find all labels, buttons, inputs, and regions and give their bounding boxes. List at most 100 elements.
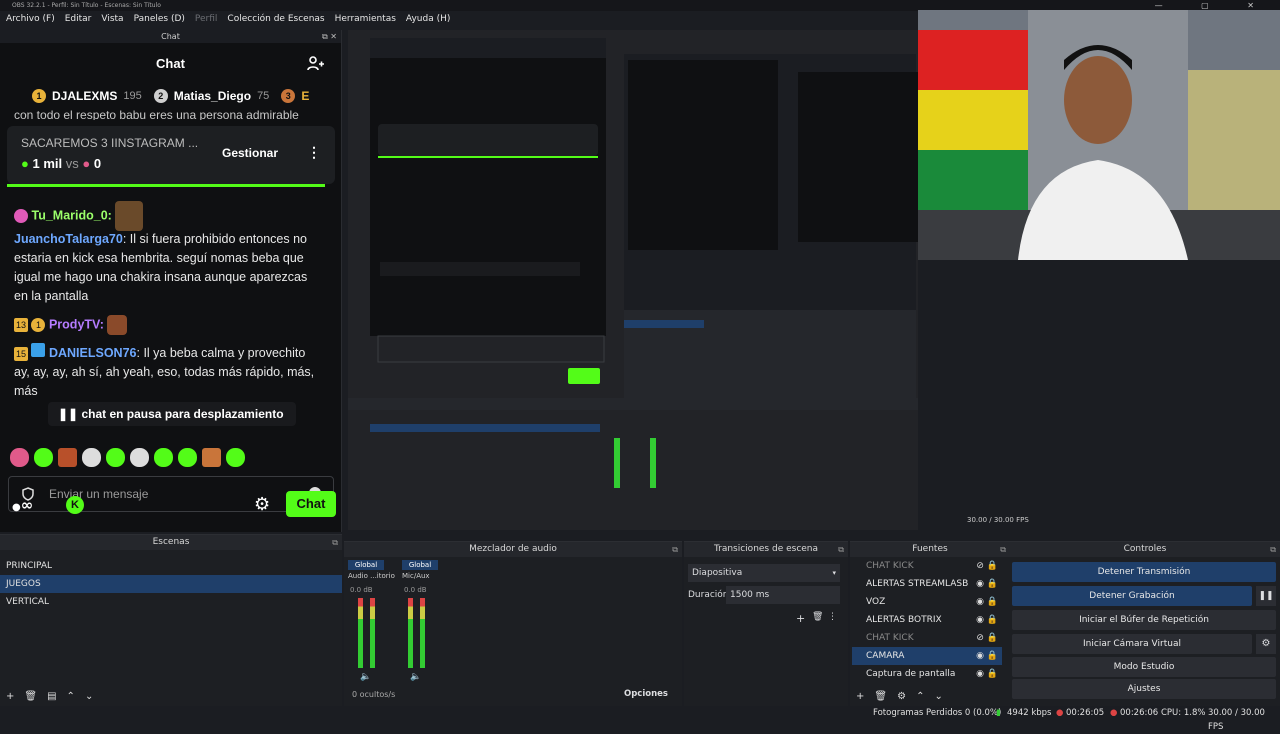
duration-input[interactable]: 1500 ms xyxy=(726,586,840,604)
emote-icon[interactable] xyxy=(58,448,77,467)
source-item[interactable]: CAMARA ◉ 🔒 xyxy=(852,647,1002,665)
audio-meter xyxy=(420,598,425,668)
dock-popout-icon[interactable]: ⧉ xyxy=(838,542,844,557)
chat-line-partial: con todo el respeto babu eres una person… xyxy=(14,108,299,120)
chat-paused-banner[interactable]: ❚❚ chat en pausa para desplazamiento xyxy=(48,402,296,426)
emote-icon[interactable] xyxy=(10,448,29,467)
chat-username[interactable]: ProdyTV xyxy=(49,317,100,331)
kick-logo-icon[interactable]: K xyxy=(66,496,84,514)
chat-dock: Chat ⧉ ✕ Chat 1 DJALEXMS 195 2 Matias_Diego 7… xyxy=(0,30,342,532)
more-icon[interactable]: ⋮ xyxy=(828,612,837,622)
dock-popout-icon[interactable]: ⧉ xyxy=(1000,542,1006,557)
virtual-camera-button[interactable]: Iniciar Cámara Virtual xyxy=(1012,634,1252,654)
stop-streaming-button[interactable]: Detener Transmisión xyxy=(1012,562,1276,582)
source-item[interactable]: VOZ ◉ 🔒 xyxy=(852,593,1002,611)
pause-recording-icon[interactable]: ❚❚ xyxy=(1256,586,1276,606)
eye-icon[interactable]: ◉ 🔒 xyxy=(976,575,998,593)
chat-username[interactable]: DANIELSON76 xyxy=(49,346,137,360)
signal-icon: ▮ xyxy=(996,708,1001,718)
scene-item[interactable]: PRINCIPAL xyxy=(0,557,342,575)
emote-icon[interactable] xyxy=(82,448,101,467)
mixer-channel-name[interactable]: Audio ...itorio xyxy=(348,572,395,580)
manage-button[interactable]: Gestionar xyxy=(222,146,278,160)
source-name: ALERTAS STREAMLASB xyxy=(866,579,969,589)
scenes-title: Escenas xyxy=(152,537,190,547)
pinned-poll[interactable]: SACAREMOS 3 IINSTAGRAM ... ● 1 mil vs ● … xyxy=(7,126,335,184)
mixer-channel-name[interactable]: Mic/Aux xyxy=(402,572,430,580)
trash-icon[interactable]: 🗑 xyxy=(874,688,887,706)
virtual-camera-settings-icon[interactable]: ⚙ xyxy=(1256,634,1276,654)
add-icon[interactable]: + xyxy=(856,688,864,706)
options-button[interactable]: Opciones xyxy=(624,689,668,699)
menu-archivo[interactable]: Archivo (F) xyxy=(6,11,55,27)
source-name: VOZ xyxy=(866,597,886,607)
scene-item[interactable]: JUEGOS xyxy=(0,575,342,593)
hidden-eye-icon[interactable]: ⊘ 🔒 xyxy=(976,557,998,575)
source-item[interactable]: ALERTAS STREAMLASB ◉ 🔒 xyxy=(852,575,1002,593)
stop-recording-button[interactable]: Detener Grabación xyxy=(1012,586,1252,606)
speaker-icon[interactable]: 🔈 xyxy=(410,672,421,682)
emote-bar xyxy=(10,448,245,467)
studio-mode-button[interactable]: Modo Estudio xyxy=(1012,657,1276,677)
eye-icon[interactable]: ◉ 🔒 xyxy=(976,611,998,629)
kick-points-icon[interactable]: ●∞ xyxy=(12,496,33,514)
hidden-eye-icon[interactable]: ⊘ 🔒 xyxy=(976,629,998,647)
down-icon[interactable]: ⌄ xyxy=(934,688,942,706)
emote-icon[interactable] xyxy=(202,448,221,467)
stream-time: 00:26:05 xyxy=(1066,708,1105,718)
poll-vs: vs xyxy=(65,156,79,171)
program-preview[interactable]: 30.00 / 30.00 FPS xyxy=(348,30,1242,530)
up-icon[interactable]: ⌃ xyxy=(916,688,924,706)
eye-icon[interactable]: ◉ 🔒 xyxy=(976,665,998,683)
transition-select[interactable]: Diapositiva ▾ xyxy=(688,564,840,582)
scene-item[interactable]: VERTICAL xyxy=(0,593,342,611)
verified-badge-icon xyxy=(31,343,46,357)
emote-icon[interactable] xyxy=(178,448,197,467)
transitions-dock: Transiciones de escena ⧉ Diapositiva ▾ Dur… xyxy=(684,541,848,706)
dock-close-icon[interactable]: ⧉ ✕ xyxy=(322,30,337,43)
chat-username[interactable]: Tu_Marido_0 xyxy=(31,208,107,222)
menu-perfil[interactable]: Perfil xyxy=(195,11,218,27)
kebab-menu-icon[interactable]: ⋮ xyxy=(307,144,321,161)
dock-popout-icon[interactable]: ⧉ xyxy=(1270,542,1276,557)
chevron-down-icon: ▾ xyxy=(832,569,836,577)
message-placeholder: Enviar un mensaje xyxy=(49,487,149,501)
emote-icon[interactable] xyxy=(154,448,173,467)
dock-popout-icon[interactable]: ⧉ xyxy=(672,542,678,557)
trash-icon[interactable]: 🗑 xyxy=(24,688,37,706)
source-item[interactable]: ALERTAS BOTRIX ◉ 🔒 xyxy=(852,611,1002,629)
menu-paneles[interactable]: Paneles (D) xyxy=(134,11,185,27)
audio-meter xyxy=(358,598,363,668)
up-icon[interactable]: ⌃ xyxy=(67,688,75,706)
settings-icon[interactable]: ⚙ xyxy=(897,688,906,706)
emote-icon[interactable] xyxy=(106,448,125,467)
add-transition-icon[interactable]: + xyxy=(796,612,805,625)
filter-icon[interactable]: ▤ xyxy=(47,688,56,706)
down-icon[interactable]: ⌄ xyxy=(85,688,93,706)
menu-editar[interactable]: Editar xyxy=(65,11,92,27)
rank-2-badge: 2 xyxy=(153,89,168,103)
chat-username[interactable]: JuanchoTalarga70 xyxy=(14,232,123,246)
eye-icon[interactable]: ◉ 🔒 xyxy=(976,647,998,665)
eye-icon[interactable]: ◉ 🔒 xyxy=(976,593,998,611)
emote-icon[interactable] xyxy=(226,448,245,467)
chat-send-button[interactable]: Chat xyxy=(286,491,336,517)
source-item[interactable]: CHAT KICK ⊘ 🔒 xyxy=(852,629,1002,647)
transitions-title: Transiciones de escena xyxy=(713,544,819,554)
source-item[interactable]: CHAT KICK ⊘ 🔒 xyxy=(852,557,1002,575)
add-icon[interactable]: + xyxy=(6,688,14,706)
menu-coleccion[interactable]: Colección de Escenas xyxy=(227,11,324,27)
users-icon[interactable] xyxy=(307,55,325,73)
menu-vista[interactable]: Vista xyxy=(101,11,123,27)
source-item[interactable]: Captura de pantalla ◉ 🔒 xyxy=(852,665,1002,683)
emote-icon[interactable] xyxy=(34,448,53,467)
menu-ayuda[interactable]: Ayuda (H) xyxy=(406,11,450,27)
replay-buffer-button[interactable]: Iniciar el Búfer de Repetición xyxy=(1012,610,1276,630)
settings-gear-icon[interactable]: ⚙ xyxy=(254,494,270,515)
speaker-icon[interactable]: 🔈 xyxy=(360,672,371,682)
emote-icon[interactable] xyxy=(130,448,149,467)
menu-herramientas[interactable]: Herramientas xyxy=(335,11,396,27)
trash-icon[interactable]: 🗑 xyxy=(812,612,823,622)
settings-button[interactable]: Ajustes xyxy=(1012,679,1276,699)
dock-popout-icon[interactable]: ⧉ xyxy=(332,535,338,550)
